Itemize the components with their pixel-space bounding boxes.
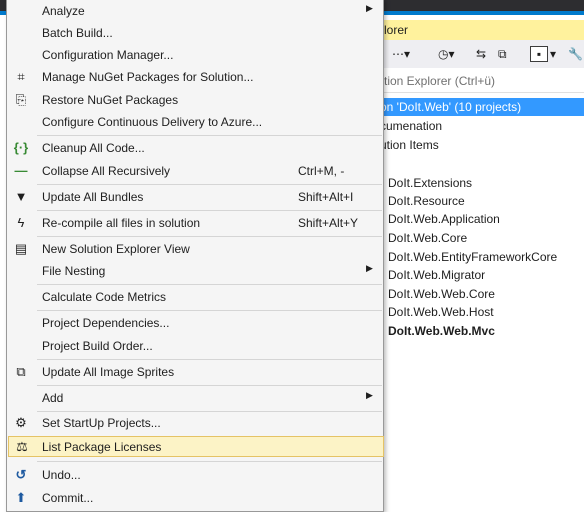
menu-item-restore-nuget[interactable]: ⎘ Restore NuGet Packages: [8, 90, 383, 111]
menu-item-commit[interactable]: ⬆ Commit...: [8, 488, 383, 509]
menu-item-add[interactable]: Add ▶: [8, 388, 383, 409]
sync-icon[interactable]: ⇆: [476, 45, 486, 63]
menu-separator: [37, 461, 382, 462]
wrench-icon[interactable]: 🔧: [568, 45, 583, 63]
menu-item-batch-build[interactable]: Batch Build...: [8, 23, 383, 44]
menu-item-startup-projects[interactable]: ⚙ Set StartUp Projects...: [8, 413, 383, 434]
menu-separator: [37, 184, 382, 185]
gear-icon: ⚙: [15, 415, 27, 430]
menu-item-undo[interactable]: ↺ Undo...: [8, 465, 383, 486]
collapse-icon: —: [14, 163, 28, 178]
submenu-arrow-icon: ▶: [366, 390, 373, 400]
solution-explorer-search[interactable]: tion Explorer (Ctrl+ü): [380, 70, 584, 93]
menu-separator: [37, 236, 382, 237]
restore-icon: ⎘: [15, 92, 27, 107]
new-view-icon: ▤: [14, 241, 28, 256]
menu-separator: [37, 210, 382, 211]
copy-icon[interactable]: ⧉: [498, 45, 507, 63]
tree-item-project[interactable]: DoIt.Web.EntityFrameworkCore: [380, 248, 584, 266]
menu-item-manage-nuget[interactable]: ⌗ Manage NuGet Packages for Solution...: [8, 67, 383, 88]
tree-item[interactable]: cumenation: [380, 117, 584, 135]
menu-separator: [37, 359, 382, 360]
scales-icon: ⚖: [16, 439, 28, 454]
submenu-arrow-icon: ▶: [366, 3, 373, 13]
menu-item-collapse-all[interactable]: — Collapse All Recursively Ctrl+M, -: [8, 161, 383, 182]
tree-item-project[interactable]: DoIt.Resource: [380, 192, 584, 210]
solution-context-menu: Analyze ▶ Batch Build... Configuration M…: [6, 0, 384, 512]
menu-item-project-dependencies[interactable]: Project Dependencies...: [8, 313, 383, 334]
toolbar-dropdown-icon[interactable]: ⋯▾: [392, 45, 410, 63]
tree-item-solution[interactable]: on 'DoIt.Web' (10 projects): [380, 98, 584, 116]
solution-explorer-toolbar: ⋯▾ ◷▾ ⇆ ⧉ ▪ ▾ 🔧: [380, 40, 584, 68]
tree-item-project[interactable]: DoIt.Web.Application: [380, 210, 584, 228]
history-icon[interactable]: ◷▾: [438, 45, 455, 63]
commit-icon: ⬆: [15, 490, 27, 505]
tree-item[interactable]: t: [380, 341, 584, 359]
menu-item-update-sprites[interactable]: ⧉ Update All Image Sprites: [8, 362, 383, 383]
menu-item-analyze[interactable]: Analyze ▶: [8, 1, 383, 22]
menu-item-build-order[interactable]: Project Build Order...: [8, 336, 383, 357]
menu-item-new-se-view[interactable]: ▤ New Solution Explorer View: [8, 239, 383, 260]
menu-item-code-metrics[interactable]: Calculate Code Metrics: [8, 287, 383, 308]
sprites-icon: ⧉: [16, 364, 26, 379]
menu-item-package-licenses[interactable]: ⚖ List Package Licenses: [8, 436, 384, 457]
tree-item-project[interactable]: DoIt.Web.Web.Core: [380, 285, 584, 303]
menu-separator: [37, 135, 382, 136]
nuget-icon: ⌗: [17, 69, 25, 84]
tree-item-project[interactable]: DoIt.Web.Core: [380, 229, 584, 247]
menu-item-file-nesting[interactable]: File Nesting ▶: [8, 261, 383, 282]
view-icon[interactable]: ▪: [530, 46, 548, 62]
menu-item-continuous-delivery[interactable]: Configure Continuous Delivery to Azure..…: [8, 112, 383, 133]
menu-item-recompile[interactable]: ϟ Re-compile all files in solution Shift…: [8, 213, 383, 234]
solution-explorer-header: lorer: [380, 20, 584, 40]
tree-item-project[interactable]: DoIt.Web.Migrator: [380, 266, 584, 284]
menu-separator: [37, 385, 382, 386]
menu-item-update-bundles[interactable]: ▼ Update All Bundles Shift+Alt+I: [8, 187, 383, 208]
tree-item-project-startup[interactable]: DoIt.Web.Web.Mvc: [380, 322, 584, 340]
solution-explorer-title: lorer: [384, 23, 409, 37]
lightning-icon: ϟ: [17, 215, 25, 230]
menu-item-cleanup-code[interactable]: {·} Cleanup All Code...: [8, 138, 383, 159]
cleanup-icon: {·}: [13, 140, 29, 155]
tree-item-project[interactable]: DoIt.Web.Web.Host: [380, 303, 584, 321]
undo-icon: ↺: [15, 467, 27, 482]
view-dropdown-icon[interactable]: ▾: [550, 45, 556, 63]
search-placeholder: tion Explorer (Ctrl+ü): [384, 74, 496, 88]
menu-item-configuration-manager[interactable]: Configuration Manager...: [8, 45, 383, 66]
menu-separator: [37, 310, 382, 311]
menu-separator: [37, 411, 382, 412]
submenu-arrow-icon: ▶: [366, 263, 373, 273]
funnel-icon: ▼: [14, 189, 28, 204]
tree-item[interactable]: ution Items: [380, 136, 584, 154]
tree-item-project[interactable]: DoIt.Extensions: [380, 174, 584, 192]
menu-separator: [37, 284, 382, 285]
